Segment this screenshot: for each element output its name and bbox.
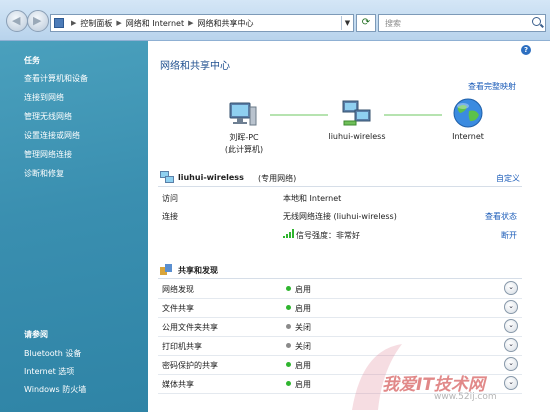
address-bar-area: ◀ ▶ ▶ 控制面板 ▶ 网络和 Internet ▶ 网络和共享中心 ▼ ⟳ …: [0, 0, 550, 41]
sharing-row-network-discovery: 网络发现 启用 ⌄: [158, 279, 522, 299]
sidebar-link-firewall[interactable]: Windows 防火墙: [24, 384, 86, 395]
status-off-icon: [286, 324, 291, 329]
breadcrumb-network-center[interactable]: 网络和共享中心: [197, 18, 253, 29]
back-button[interactable]: ◀: [6, 10, 28, 32]
sidebar-link-connect[interactable]: 连接到网络: [24, 92, 64, 103]
internet-node-label: Internet: [452, 132, 484, 141]
sidebar-link-internet-options[interactable]: Internet 选项: [24, 366, 74, 377]
breadcrumb-control-panel[interactable]: 控制面板: [80, 18, 112, 29]
address-breadcrumb[interactable]: ▶ 控制面板 ▶ 网络和 Internet ▶ 网络和共享中心 ▼: [50, 14, 354, 32]
expand-chevron-icon[interactable]: ⌄: [504, 319, 518, 333]
expand-chevron-icon[interactable]: ⌄: [504, 376, 518, 390]
forward-button[interactable]: ▶: [27, 10, 49, 32]
sharing-row-file-sharing: 文件共享 启用 ⌄: [158, 298, 522, 318]
view-full-map-link[interactable]: 查看完整映射: [468, 81, 516, 92]
sharing-row-printer: 打印机共享 关闭 ⌄: [158, 336, 522, 356]
sharing-row-media: 媒体共享 启用 ⌄: [158, 374, 522, 394]
refresh-icon: ⟳: [361, 17, 371, 28]
sharing-row-label: 媒体共享: [162, 380, 194, 389]
sharing-row-label: 公用文件夹共享: [162, 323, 218, 332]
expand-chevron-icon[interactable]: ⌄: [504, 357, 518, 371]
globe-icon[interactable]: [452, 97, 484, 129]
expand-chevron-icon[interactable]: ⌄: [504, 338, 518, 352]
network-name: liuhui-wireless: [178, 173, 244, 182]
sharing-row-status: 启用: [295, 304, 311, 313]
status-on-icon: [286, 381, 291, 386]
network-icon[interactable]: [342, 99, 372, 129]
disconnect-link[interactable]: 断开: [501, 230, 517, 241]
sharing-row-status: 启用: [295, 285, 311, 294]
sharing-row-public-folder: 公用文件夹共享 关闭 ⌄: [158, 317, 522, 337]
connection-label: 连接: [162, 212, 178, 221]
sharing-row-status: 关闭: [295, 342, 311, 351]
sidebar-link-manage-connections[interactable]: 管理网络连接: [24, 149, 72, 160]
search-icon[interactable]: [532, 17, 541, 26]
sharing-row-status: 启用: [295, 380, 311, 389]
sharing-row-label: 网络发现: [162, 285, 194, 294]
status-on-icon: [286, 305, 291, 310]
connection-line: [270, 114, 328, 116]
breadcrumb-separator-icon[interactable]: ▶: [188, 19, 193, 27]
sharing-row-label: 打印机共享: [162, 342, 202, 351]
sharing-icon: [160, 264, 172, 275]
see-also-heading: 请参阅: [24, 330, 48, 339]
connection-line: [384, 114, 442, 116]
sharing-row-password-protected: 密码保护的共享 启用 ⌄: [158, 355, 522, 375]
sharing-section-header: 共享和发现: [158, 262, 522, 279]
access-value: 本地和 Internet: [283, 194, 342, 203]
computer-name: 刘晖-PC: [229, 133, 259, 142]
sidebar-link-manage-wireless[interactable]: 管理无线网络: [24, 111, 72, 122]
network-node-label: liuhui-wireless: [328, 132, 386, 141]
status-on-icon: [286, 286, 291, 291]
view-status-link[interactable]: 查看状态: [485, 211, 517, 222]
help-icon[interactable]: ?: [521, 45, 531, 55]
breadcrumb-separator-icon[interactable]: ▶: [71, 19, 76, 27]
page-title: 网络和共享中心: [160, 61, 230, 72]
refresh-button[interactable]: ⟳: [356, 14, 376, 32]
sharing-row-label: 文件共享: [162, 304, 194, 313]
computer-subtitle: (此计算机): [224, 145, 264, 154]
expand-chevron-icon[interactable]: ⌄: [504, 281, 518, 295]
forward-arrow-icon: ▶: [33, 14, 42, 27]
network-header: liuhui-wireless (专用网络) 自定义: [158, 170, 522, 187]
status-off-icon: [286, 343, 291, 348]
breadcrumb-network-internet[interactable]: 网络和 Internet: [126, 18, 184, 29]
expand-chevron-icon[interactable]: ⌄: [504, 300, 518, 314]
sharing-row-status: 启用: [295, 361, 311, 370]
customize-link[interactable]: 自定义: [496, 173, 520, 184]
sidebar-link-diagnose[interactable]: 诊断和修复: [24, 168, 64, 179]
computer-icon[interactable]: [228, 99, 258, 129]
search-placeholder: 搜索: [385, 19, 401, 28]
sidebar-link-bluetooth[interactable]: Bluetooth 设备: [24, 348, 81, 359]
sharing-title: 共享和发现: [178, 266, 218, 275]
connection-value: 无线网络连接 (liuhui-wireless): [283, 212, 397, 221]
network-icon: [160, 171, 174, 183]
sharing-row-status: 关闭: [295, 323, 311, 332]
back-arrow-icon: ◀: [12, 14, 21, 27]
network-type: (专用网络): [258, 174, 297, 183]
main-content: ? 网络和共享中心 查看完整映射 刘晖-PC (此计算机) liuhui-wir…: [148, 41, 550, 412]
sidebar-link-setup-connection[interactable]: 设置连接或网络: [24, 130, 80, 141]
access-label: 访问: [162, 194, 178, 203]
tasks-heading: 任务: [24, 56, 40, 65]
signal-strength-text: 信号强度：非常好: [296, 231, 360, 240]
task-sidebar: 任务 查看计算机和设备 连接到网络 管理无线网络 设置连接或网络 管理网络连接 …: [0, 41, 148, 412]
breadcrumb-separator-icon[interactable]: ▶: [116, 19, 121, 27]
signal-strength-icon: [283, 229, 294, 238]
sharing-row-label: 密码保护的共享: [162, 361, 218, 370]
address-dropdown-icon[interactable]: ▼: [341, 16, 353, 30]
control-panel-icon: [54, 18, 64, 28]
status-on-icon: [286, 362, 291, 367]
search-box[interactable]: 搜索: [378, 14, 546, 32]
sidebar-link-view-computers[interactable]: 查看计算机和设备: [24, 73, 88, 84]
